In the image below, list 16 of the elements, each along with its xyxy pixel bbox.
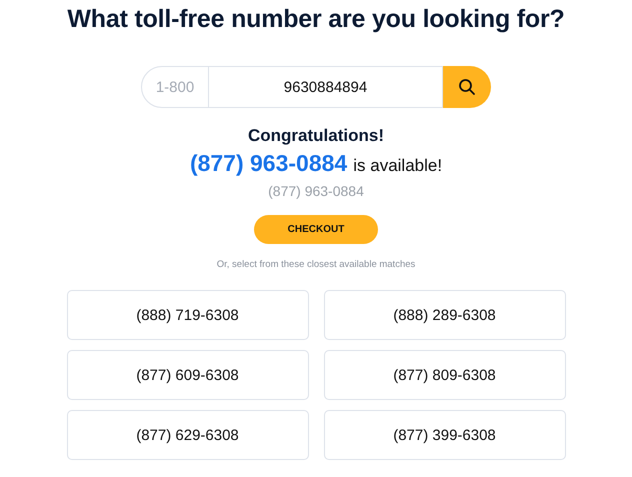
number-option[interactable]: (877) 629-6308: [66, 410, 308, 460]
search-icon: [458, 78, 476, 96]
available-number: (877) 963-0884: [190, 150, 348, 177]
search-button[interactable]: [443, 66, 491, 108]
result-heading: Congratulations!: [248, 126, 384, 146]
number-option[interactable]: (877) 399-6308: [324, 410, 566, 460]
number-input[interactable]: 9630884894: [209, 66, 443, 108]
number-option[interactable]: (888) 719-6308: [66, 290, 308, 340]
number-option[interactable]: (877) 809-6308: [324, 350, 566, 400]
number-option[interactable]: (877) 609-6308: [66, 350, 308, 400]
matches-hint: Or, select from these closest available matches: [216, 259, 416, 270]
number-option[interactable]: (888) 289-6308: [324, 290, 566, 340]
page-title: What toll-free number are you looking for?: [67, 4, 565, 34]
checkout-button[interactable]: CHECKOUT: [254, 215, 378, 244]
number-subtitle: (877) 963-0884: [268, 183, 364, 199]
availability-text: is available!: [353, 156, 442, 176]
